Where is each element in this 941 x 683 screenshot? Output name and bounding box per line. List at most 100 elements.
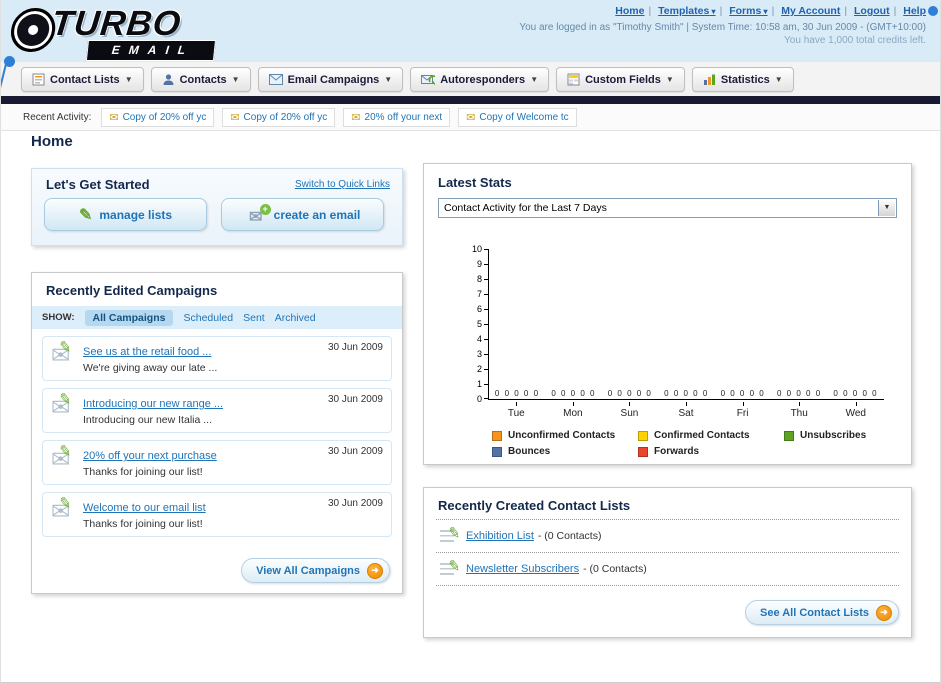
custom-fields-icon (567, 73, 580, 86)
tab-custom-fields[interactable]: Custom Fields ▼ (556, 67, 685, 92)
envelope-plus-icon: ✉ + (245, 203, 271, 226)
recent-activity-item[interactable]: ✉ Copy of Welcome tc (458, 107, 577, 127)
view-all-campaigns-button[interactable]: View All Campaigns ➜ (241, 558, 390, 583)
legend-label: Bounces (508, 446, 551, 457)
filter-sent[interactable]: Sent (243, 312, 265, 324)
logo-text-turbo: TURBO (49, 4, 184, 43)
campaign-title-link[interactable]: Introducing our new range ... (83, 398, 223, 410)
campaign-subtitle: Introducing our new Italia ... (83, 414, 212, 426)
tab-contact-lists[interactable]: Contact Lists ▼ (21, 67, 144, 92)
tab-label: Email Campaigns (287, 73, 380, 86)
see-all-contact-lists-button[interactable]: See All Contact Lists ➜ (744, 600, 899, 625)
campaign-date: 30 Jun 2009 (327, 342, 383, 353)
envelope-pencil-icon: ✉ ✎ (51, 390, 73, 420)
arrow-right-icon: ➜ (876, 604, 892, 621)
campaign-title-link[interactable]: 20% off your next purchase (83, 450, 217, 462)
contact-lists-title: Recently Created Contact Lists (438, 498, 631, 513)
contact-list-detail: - (0 Contacts) (583, 563, 647, 575)
nav-link-forms[interactable]: Forms (729, 5, 767, 17)
campaign-date: 30 Jun 2009 (327, 394, 383, 405)
stats-period-dropdown[interactable]: Contact Activity for the Last 7 Days ▼ (438, 198, 897, 218)
stats-chart-plot: 0 1 2 3 4 5 6 7 8 9 10 0 0 0 0 00 0 0 0 00 0 0 0 00… (472, 244, 884, 404)
chevron-down-icon: ▼ (530, 75, 539, 84)
stats-chart-legend: Unconfirmed Contacts Confirmed Contacts … (492, 430, 892, 462)
nav-link-logout[interactable]: Logout (854, 5, 890, 17)
filter-scheduled[interactable]: Scheduled (183, 312, 233, 324)
stats-period-value: Contact Activity for the Last 7 Days (444, 202, 607, 214)
campaign-subtitle: We're giving away our late ... (83, 362, 218, 374)
campaign-title-link[interactable]: See us at the retail food ... (83, 346, 211, 358)
legend-item: Forwards (638, 446, 699, 457)
legend-label: Confirmed Contacts (654, 430, 750, 441)
envelope-pencil-icon: ✉ ✎ (51, 494, 73, 524)
chevron-down-icon: ▼ (665, 75, 674, 84)
recent-activity-text: 20% off your next (364, 111, 443, 123)
tab-autoresponders[interactable]: Autoresponders ▼ (410, 67, 550, 92)
recent-activity-item[interactable]: ✉ Copy of 20% off yc (101, 107, 215, 127)
manage-lists-label: manage lists (99, 207, 173, 222)
contact-lists-panel: Recently Created Contact Lists ✎ Exhibit… (423, 487, 912, 638)
envelope-icon: ✉ (109, 111, 119, 124)
campaigns-title: Recently Edited Campaigns (46, 283, 218, 298)
main-nav-bar: Contact Lists ▼ Contacts ▼ Email Campaigns… (1, 62, 940, 96)
contact-list-row[interactable]: ✎ Exhibition List - (0 Contacts) (424, 520, 911, 552)
nav-link-my-account[interactable]: My Account (781, 5, 840, 17)
envelope-icon: ✉ (466, 111, 476, 124)
recent-activity-item[interactable]: ✉ 20% off your next (343, 107, 451, 127)
tab-statistics[interactable]: Statistics ▼ (691, 67, 794, 92)
nav-separator: | (648, 5, 652, 17)
create-email-label: create an email (273, 207, 361, 222)
nav-link-home[interactable]: Home (615, 5, 644, 17)
latest-stats-panel: Latest Stats Contact Activity for the La… (423, 163, 912, 465)
login-info: You are logged in as "Timothy Smith" | S… (519, 22, 926, 33)
tab-contacts[interactable]: Contacts ▼ (150, 67, 251, 92)
tab-label: Autoresponders (440, 73, 526, 86)
campaign-title-link[interactable]: Welcome to our email list (83, 502, 206, 514)
legend-label: Unsubscribes (800, 430, 867, 441)
nav-link-templates[interactable]: Templates (658, 5, 715, 17)
email-campaigns-icon (268, 74, 283, 85)
contact-list-row[interactable]: ✎ Newsletter Subscribers - (0 Contacts) (424, 553, 911, 585)
filter-all-campaigns[interactable]: All Campaigns (84, 309, 174, 326)
arrow-right-icon: ➜ (367, 562, 383, 579)
campaign-subtitle: Thanks for joining our list! (83, 466, 203, 478)
campaigns-filterbar: SHOW: All Campaigns Scheduled Sent Archi… (32, 306, 402, 329)
campaign-row[interactable]: ✉ ✎ See us at the retail food ... We're g… (42, 336, 392, 381)
latest-stats-title: Latest Stats (438, 175, 512, 190)
recent-activity-item[interactable]: ✉ Copy of 20% off yc (222, 107, 336, 127)
get-started-title: Let's Get Started (46, 177, 150, 192)
tab-label: Contacts (179, 73, 227, 86)
tab-label: Statistics (720, 73, 770, 86)
contact-list-detail: - (0 Contacts) (537, 530, 602, 542)
campaign-subtitle: Thanks for joining our list! (83, 518, 203, 530)
contact-list-link[interactable]: Newsletter Subscribers (466, 563, 579, 575)
nav-separator: | (844, 5, 848, 17)
stats-chart-xlabels: Tue Mon Sun Sat Fri Thu Wed (488, 402, 884, 419)
legend-item: Bounces (492, 446, 638, 457)
envelope-pencil-icon: ✉ ✎ (51, 442, 73, 472)
contact-lists-icon (32, 73, 45, 86)
campaign-row[interactable]: ✉ ✎ 20% off your next purchase Thanks for… (42, 440, 392, 485)
nav-link-help[interactable]: Help (903, 5, 926, 17)
tab-email-campaigns[interactable]: Email Campaigns ▼ (257, 67, 404, 92)
annotation-marker (928, 6, 938, 16)
legend-swatch (492, 446, 502, 457)
recent-activity-label: Recent Activity: (23, 111, 92, 123)
campaign-row[interactable]: ✉ ✎ Welcome to our email list Thanks for … (42, 492, 392, 537)
recent-activity-bar: Recent Activity: ✉ Copy of 20% off yc ✉ Co… (1, 104, 940, 131)
legend-swatch (492, 430, 502, 441)
manage-lists-button[interactable]: ✎ manage lists (44, 198, 207, 231)
chevron-down-icon: ▼ (384, 75, 393, 84)
filter-archived[interactable]: Archived (275, 312, 316, 324)
dropdown-arrow-icon: ▼ (878, 200, 895, 216)
campaign-row[interactable]: ✉ ✎ Introducing our new range ... Introdu… (42, 388, 392, 433)
pencil-icon: ✎ (78, 206, 93, 224)
switch-quick-links-link[interactable]: Switch to Quick Links (295, 179, 390, 190)
contacts-icon (163, 74, 174, 85)
nav-divider-bar (1, 96, 940, 104)
campaign-date: 30 Jun 2009 (327, 498, 383, 509)
chevron-down-icon: ▼ (774, 75, 783, 84)
create-email-button[interactable]: ✉ + create an email (221, 198, 384, 231)
tab-label: Custom Fields (585, 73, 661, 86)
contact-list-link[interactable]: Exhibition List (466, 530, 534, 542)
